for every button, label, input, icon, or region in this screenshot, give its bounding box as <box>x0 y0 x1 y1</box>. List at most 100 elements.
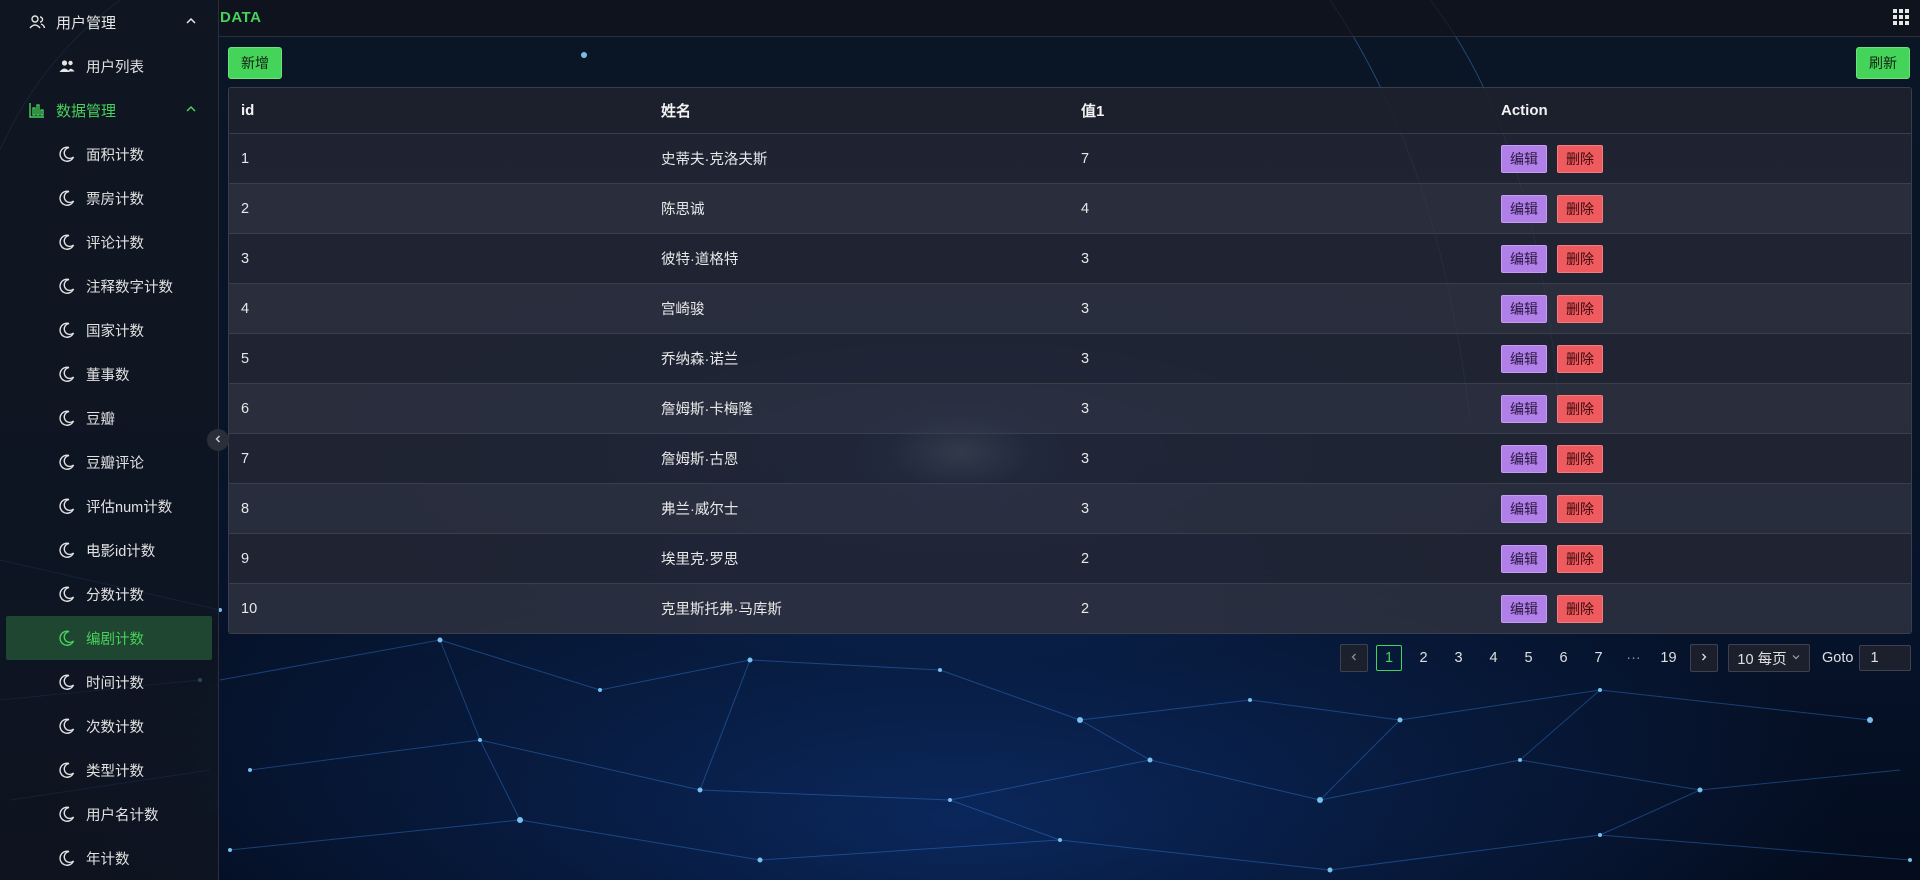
sidebar-item[interactable]: 票房计数 <box>0 176 218 220</box>
sidebar-item-user-list[interactable]: 用户列表 <box>0 44 218 88</box>
page-number[interactable]: 6 <box>1546 650 1581 666</box>
table-row: 2 陈思诚 4 编辑 删除 <box>229 184 1911 234</box>
sidebar-group-user-management[interactable]: 用户管理 <box>0 0 218 44</box>
sidebar-item-label: 类型计数 <box>86 763 144 780</box>
refresh-button[interactable]: 刷新 <box>1856 47 1910 79</box>
sidebar-item[interactable]: 豆瓣 <box>0 396 218 440</box>
table-row: 8 弗兰·威尔士 3 编辑 删除 <box>229 484 1911 534</box>
table-row: 9 埃里克·罗思 2 编辑 删除 <box>229 534 1911 584</box>
chevron-left-icon <box>213 431 223 449</box>
sidebar-item-label: 评估num计数 <box>86 499 173 516</box>
cell-name: 弗兰·威尔士 <box>661 502 739 518</box>
grid-icon[interactable] <box>1892 8 1910 26</box>
page-number[interactable]: 2 <box>1406 650 1441 666</box>
page-number[interactable]: 19 <box>1651 650 1686 666</box>
delete-button[interactable]: 删除 <box>1557 344 1603 373</box>
page-number[interactable]: 3 <box>1441 650 1476 666</box>
sidebar-item[interactable]: 电影id计数 <box>0 528 218 572</box>
sidebar-item[interactable]: 国家计数 <box>0 308 218 352</box>
page-current[interactable]: 1 <box>1376 645 1402 671</box>
sidebar-item[interactable]: 豆瓣评论 <box>0 440 218 484</box>
cell-id: 8 <box>241 500 250 517</box>
sidebar-item[interactable]: 时间计数 <box>0 660 218 704</box>
table-row: 3 彼特·道格特 3 编辑 删除 <box>229 234 1911 284</box>
cell-actions: 编辑 删除 <box>1489 544 1911 573</box>
cell-name: 詹姆斯·卡梅隆 <box>661 402 753 418</box>
sidebar-item[interactable]: 评论计数 <box>0 220 218 264</box>
sidebar-item[interactable]: 年计数 <box>0 836 218 880</box>
sidebar-item[interactable]: 董事数 <box>0 352 218 396</box>
collapse-sidebar-button[interactable] <box>207 429 229 451</box>
sidebar-item[interactable]: 次数计数 <box>0 704 218 748</box>
sidebar-item-label: 电影id计数 <box>86 543 156 560</box>
sidebar-item[interactable]: 编剧计数 <box>6 616 212 660</box>
delete-button[interactable]: 删除 <box>1557 594 1603 623</box>
cell-id: 2 <box>241 200 250 217</box>
delete-button[interactable]: 删除 <box>1557 494 1603 523</box>
cell-actions: 编辑 删除 <box>1489 294 1911 323</box>
sidebar-item-label: 董事数 <box>86 367 130 384</box>
delete-button[interactable]: 删除 <box>1557 544 1603 573</box>
cell-value: 7 <box>1081 150 1090 167</box>
goto-label: Goto <box>1822 650 1854 666</box>
sidebar-item[interactable]: 类型计数 <box>0 748 218 792</box>
chevron-up-icon <box>184 102 198 116</box>
edit-button[interactable]: 编辑 <box>1501 294 1547 323</box>
delete-button[interactable]: 删除 <box>1557 144 1603 173</box>
sidebar-item-label: 年计数 <box>86 851 130 868</box>
cell-value: 3 <box>1081 450 1090 467</box>
sidebar-item-label: 评论计数 <box>86 235 144 252</box>
cell-actions: 编辑 删除 <box>1489 144 1911 173</box>
table-row: 6 詹姆斯·卡梅隆 3 编辑 删除 <box>229 384 1911 434</box>
page-number[interactable]: 5 <box>1511 650 1546 666</box>
cell-id: 5 <box>241 350 250 367</box>
cell-value: 4 <box>1081 200 1090 217</box>
edit-button[interactable]: 编辑 <box>1501 394 1547 423</box>
sidebar-item[interactable]: 分数计数 <box>0 572 218 616</box>
column-header-value[interactable]: 值1 <box>1069 100 1489 121</box>
delete-button[interactable]: 删除 <box>1557 394 1603 423</box>
sidebar-item[interactable]: 评估num计数 <box>0 484 218 528</box>
sidebar-item-label: 豆瓣 <box>86 411 115 428</box>
pagination: 1 2 3 4 5 6 7 ··· 19 10 每页 Goto 1 <box>1340 644 1912 672</box>
delete-button[interactable]: 删除 <box>1557 444 1603 473</box>
prev-page-button[interactable] <box>1340 644 1368 672</box>
cell-id: 6 <box>241 400 250 417</box>
delete-button[interactable]: 删除 <box>1557 194 1603 223</box>
edit-button[interactable]: 编辑 <box>1501 194 1547 223</box>
chevron-right-icon <box>1699 650 1709 666</box>
delete-button[interactable]: 删除 <box>1557 244 1603 273</box>
goto-page-input[interactable]: 1 <box>1859 645 1912 671</box>
page-number[interactable]: 7 <box>1581 650 1616 666</box>
cell-value: 2 <box>1081 600 1090 617</box>
sidebar-item[interactable]: 注释数字计数 <box>0 264 218 308</box>
edit-button[interactable]: 编辑 <box>1501 594 1547 623</box>
edit-button[interactable]: 编辑 <box>1501 244 1547 273</box>
column-header-name[interactable]: 姓名 <box>649 100 1069 121</box>
sidebar-group-label: 数据管理 <box>56 102 117 120</box>
sidebar-group-data-management[interactable]: 数据管理 <box>0 88 218 132</box>
chevron-up-icon <box>184 14 198 28</box>
moon-icon <box>58 629 76 647</box>
column-header-id[interactable]: id <box>229 102 649 119</box>
sidebar-item-label: 注释数字计数 <box>86 279 173 296</box>
sidebar-item-label: 国家计数 <box>86 323 144 340</box>
cell-name: 陈思诚 <box>661 202 705 218</box>
edit-button[interactable]: 编辑 <box>1501 444 1547 473</box>
edit-button[interactable]: 编辑 <box>1501 144 1547 173</box>
cell-actions: 编辑 删除 <box>1489 244 1911 273</box>
cell-value: 2 <box>1081 550 1090 567</box>
sidebar-item[interactable]: 用户名计数 <box>0 792 218 836</box>
page-size-select[interactable]: 10 每页 <box>1728 644 1810 672</box>
edit-button[interactable]: 编辑 <box>1501 344 1547 373</box>
edit-button[interactable]: 编辑 <box>1501 544 1547 573</box>
next-page-button[interactable] <box>1690 644 1718 672</box>
cell-name: 克里斯托弗·马库斯 <box>661 602 782 618</box>
delete-button[interactable]: 删除 <box>1557 294 1603 323</box>
page-number[interactable]: 4 <box>1476 650 1511 666</box>
add-button[interactable]: 新增 <box>228 47 282 79</box>
cell-id: 3 <box>241 250 250 267</box>
sidebar-item[interactable]: 面积计数 <box>0 132 218 176</box>
sidebar-group-label: 用户管理 <box>56 14 117 32</box>
edit-button[interactable]: 编辑 <box>1501 494 1547 523</box>
